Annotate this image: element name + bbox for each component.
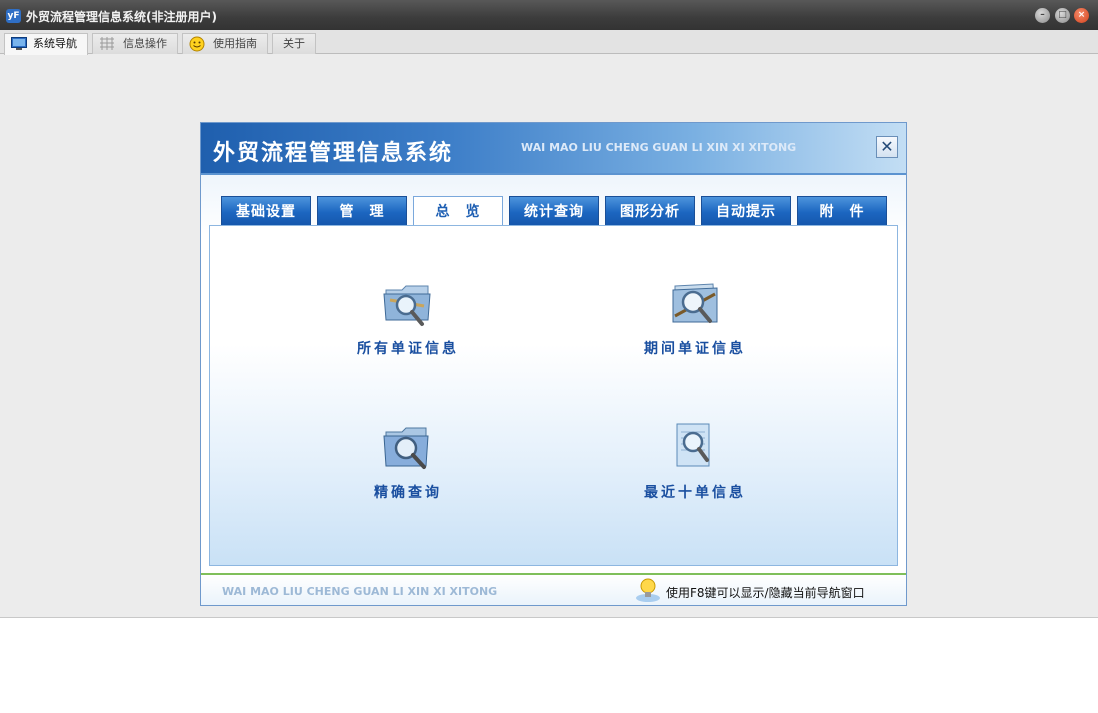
tab-label: 使用指南 bbox=[213, 37, 257, 50]
document-search-icon bbox=[676, 423, 710, 467]
close-window-button[interactable]: × bbox=[1074, 8, 1089, 23]
window-tab-strip: 系统导航 信息操作 使用指南 关于 bbox=[0, 30, 1098, 55]
tab-graph-analysis[interactable]: 图形分析 bbox=[605, 196, 695, 226]
folder-search-icon bbox=[383, 285, 431, 326]
tab-attachments[interactable]: 附 件 bbox=[797, 196, 887, 226]
maximize-button[interactable]: □ bbox=[1055, 8, 1070, 23]
tab-basic-settings[interactable]: 基础设置 bbox=[221, 196, 311, 226]
title-bar[interactable]: yF 外贸流程管理信息系统(非注册用户) – □ × bbox=[0, 0, 1098, 30]
tab-info-operation[interactable]: 信息操作 bbox=[92, 33, 178, 54]
item-label: 期间单证信息 bbox=[644, 341, 746, 357]
tab-label: 信息操作 bbox=[123, 37, 167, 50]
navigation-panel: 外贸流程管理信息系统 WAI MAO LIU CHENG GUAN LI XIN… bbox=[200, 122, 907, 606]
minimize-button[interactable]: – bbox=[1035, 8, 1050, 23]
item-label: 最近十单信息 bbox=[644, 485, 746, 501]
app-window: yF 外贸流程管理信息系统(非注册用户) – □ × 系统导航 信息操作 使用指… bbox=[0, 0, 1098, 618]
tab-auto-reminder[interactable]: 自动提示 bbox=[701, 196, 791, 226]
panel-title: 外贸流程管理信息系统 bbox=[213, 141, 454, 166]
item-label: 精确查询 bbox=[374, 485, 442, 501]
footer-hint: 使用F8键可以显示/隐藏当前导航窗口 bbox=[666, 586, 865, 600]
tab-overview[interactable]: 总 览 bbox=[413, 196, 503, 227]
grid-icon bbox=[100, 37, 114, 50]
overview-content: 所有单证信息 期间单证信息 精确查询 最近十单信息 bbox=[209, 225, 898, 566]
precise-query-item[interactable]: 精确查询 bbox=[328, 420, 488, 502]
tab-management[interactable]: 管 理 bbox=[317, 196, 407, 226]
panel-header: 外贸流程管理信息系统 WAI MAO LIU CHENG GUAN LI XIN… bbox=[201, 123, 906, 175]
tab-system-navigation[interactable]: 系统导航 bbox=[4, 33, 88, 55]
period-documents-item[interactable]: 期间单证信息 bbox=[615, 276, 775, 358]
panel-footer: WAI MAO LIU CHENG GUAN LI XIN XI XITONG … bbox=[201, 573, 906, 605]
all-documents-item[interactable]: 所有单证信息 bbox=[328, 276, 488, 358]
item-label: 所有单证信息 bbox=[357, 341, 459, 357]
monitor-icon bbox=[11, 37, 27, 50]
window-title: 外贸流程管理信息系统(非注册用户) bbox=[26, 10, 217, 24]
panel-subtitle: WAI MAO LIU CHENG GUAN LI XIN XI XITONG bbox=[521, 141, 797, 154]
app-logo-icon: yF bbox=[6, 9, 21, 23]
folder-calendar-search-icon bbox=[672, 283, 718, 323]
recent-ten-documents-item[interactable]: 最近十单信息 bbox=[615, 420, 775, 502]
lightbulb-icon bbox=[636, 578, 660, 602]
tab-statistics-query[interactable]: 统计查询 bbox=[509, 196, 599, 226]
tab-label: 系统导航 bbox=[33, 37, 77, 50]
tab-about[interactable]: 关于 bbox=[272, 33, 316, 54]
footer-text: WAI MAO LIU CHENG GUAN LI XIN XI XITONG bbox=[222, 585, 498, 598]
tab-label: 关于 bbox=[283, 37, 305, 50]
panel-close-button[interactable]: ✕ bbox=[876, 136, 898, 158]
tab-user-guide[interactable]: 使用指南 bbox=[182, 33, 268, 54]
smiley-icon bbox=[189, 36, 205, 52]
folder-magnifier-icon bbox=[383, 427, 429, 469]
